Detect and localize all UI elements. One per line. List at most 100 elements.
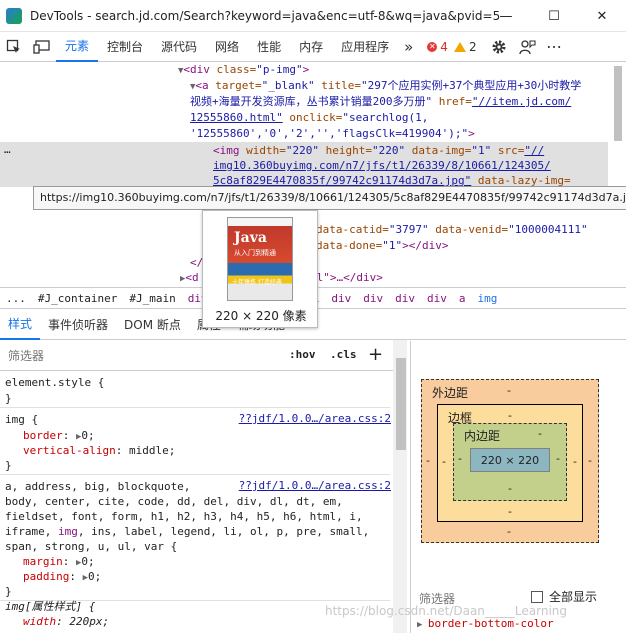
image-url-tooltip: https://img10.360buyimg.com/n7/jfs/t1/26… xyxy=(33,186,626,210)
width-declaration: width: 220px; xyxy=(23,615,110,628)
styles-pane: :hov .cls + element.style { } img { ??jd… xyxy=(0,341,396,633)
border-declaration[interactable]: border: ▶0; xyxy=(23,428,95,443)
attribute-style-selector: img[属性样式] { xyxy=(5,600,96,613)
dom-line-div-p-img[interactable]: ▼<div class="p-img"> xyxy=(178,62,309,77)
border-bottom-value[interactable]: - xyxy=(508,505,512,518)
more-tabs-button[interactable]: » xyxy=(398,32,419,62)
dom-line-anchor-cont2[interactable]: 12555860.html" onclick="searchlog(1, xyxy=(190,110,428,125)
rule-divider xyxy=(0,407,390,408)
error-count[interactable]: ✕ 4 xyxy=(427,40,448,54)
padding-right-value[interactable]: - xyxy=(556,452,560,465)
tab-event-listeners[interactable]: 事件侦听器 xyxy=(40,310,116,340)
show-all-checkbox[interactable] xyxy=(531,590,543,603)
dom-tree-scrollbar[interactable] xyxy=(614,66,622,141)
dom-line-anchor[interactable]: ▼<a target="_blank" title="297个应用实例+37个典… xyxy=(190,78,581,93)
breadcrumb-overflow[interactable]: ... xyxy=(0,292,32,305)
breadcrumb-j-container[interactable]: #J_container xyxy=(32,292,123,305)
padding-bottom-value[interactable]: - xyxy=(508,482,512,495)
reset-rule-selector-2[interactable]: body, center, cite, code, dd, del, div, … xyxy=(5,494,343,509)
margin-bottom-value[interactable]: - xyxy=(507,525,511,538)
error-icon: ✕ xyxy=(427,41,438,52)
tab-application[interactable]: 应用程序 xyxy=(332,32,398,62)
styles-scrollbar-thumb[interactable] xyxy=(396,358,406,450)
rule-close-brace: } xyxy=(5,459,12,472)
reset-rule-selector-4[interactable]: iframe, img, ins, label, legend, li, ol,… xyxy=(5,524,369,539)
expand-property-icon[interactable]: ▶ xyxy=(417,620,428,630)
tab-network[interactable]: 网络 xyxy=(206,32,248,62)
tab-sources[interactable]: 源代码 xyxy=(152,32,206,62)
image-dimensions-label: 220 × 220 像素 xyxy=(215,309,307,323)
tab-performance[interactable]: 性能 xyxy=(248,32,290,62)
tab-elements[interactable]: 元素 xyxy=(56,32,99,62)
tab-memory[interactable]: 内存 xyxy=(290,32,332,62)
class-toggle[interactable]: .cls xyxy=(330,348,357,361)
reset-rule-selector-3[interactable]: fieldset, font, form, h1, h2, h3, h4, h5… xyxy=(5,509,363,524)
dom-node-options-ellipsis[interactable]: … xyxy=(4,142,11,157)
margin-declaration[interactable]: margin: ▶0; xyxy=(23,554,95,569)
breadcrumb-img[interactable]: img xyxy=(471,292,503,305)
border-left-value[interactable]: - xyxy=(442,455,446,468)
settings-gear-icon[interactable] xyxy=(485,32,513,62)
computed-property-border-bottom-color[interactable]: ▶ border-bottom-color xyxy=(417,617,554,630)
dom-line-img-cont1[interactable]: img10.360buyimg.com/n7/jfs/t1/26339/8/10… xyxy=(213,158,551,173)
reset-rule-selector-5[interactable]: span, strong, u, ul, var { xyxy=(5,539,177,554)
margin-top-value[interactable]: - xyxy=(507,384,511,397)
box-model-pane: 外边距 - - - - 边框 - - - - 内边距 - - - - 220 ×… xyxy=(410,341,626,633)
maximize-button[interactable]: ☐ xyxy=(530,0,578,32)
breadcrumb-div[interactable]: div xyxy=(421,292,453,305)
tab-styles[interactable]: 样式 xyxy=(0,310,41,340)
breadcrumb-div[interactable]: div xyxy=(325,292,357,305)
reset-rule-source-link[interactable]: ??jdf/1.0.0…/area.css:2 xyxy=(239,479,391,492)
inspect-element-icon[interactable] xyxy=(0,32,28,62)
box-model-border[interactable]: 边框 - - - - 内边距 - - - - 220 × 220 xyxy=(437,404,583,522)
breadcrumb-div[interactable]: div xyxy=(389,292,421,305)
rule-divider xyxy=(0,474,390,475)
watermark: https://blog.csdn.net/Daan_____Learning xyxy=(325,604,568,618)
book-cover-image: Java 从入门到精通 十年锤炼 打造经典 xyxy=(227,217,293,301)
show-all-toggle[interactable]: 全部显示 xyxy=(531,588,597,605)
breadcrumb-a[interactable]: a xyxy=(453,292,472,305)
breadcrumb-div[interactable]: div xyxy=(357,292,389,305)
vertical-align-declaration[interactable]: vertical-align: middle; xyxy=(23,443,175,458)
img-rule-source-link[interactable]: ??jdf/1.0.0…/area.css:2 xyxy=(239,412,391,425)
margin-right-value[interactable]: - xyxy=(588,454,592,467)
border-right-value[interactable]: - xyxy=(573,455,577,468)
warning-count[interactable]: 2 xyxy=(453,39,477,54)
book-tagline: 十年锤炼 打造经典 xyxy=(232,279,282,286)
breadcrumb-j-main[interactable]: #J_main xyxy=(123,292,181,305)
img-rule-selector[interactable]: img { xyxy=(5,412,38,427)
styles-filter-input[interactable] xyxy=(8,348,278,364)
dom-line-img-cont4[interactable]: data-done="1"></div> xyxy=(316,238,448,253)
element-style-selector[interactable]: element.style { xyxy=(5,375,104,390)
minimize-button[interactable]: — xyxy=(482,0,530,32)
warning-count-label: 2 xyxy=(468,39,477,54)
new-style-rule-button[interactable]: + xyxy=(368,344,383,365)
book-title: Java xyxy=(234,230,267,246)
dom-line-anchor-cont3[interactable]: '12555860','0','2','','flagsClk=419904')… xyxy=(190,126,475,141)
more-options-icon[interactable]: ⋯ xyxy=(541,32,569,62)
padding-declaration[interactable]: padding: ▶0; xyxy=(23,569,101,584)
tab-dom-breakpoints[interactable]: DOM 断点 xyxy=(116,310,189,340)
tab-console[interactable]: 控制台 xyxy=(98,32,152,62)
box-model-padding[interactable]: 内边距 - - - - 220 × 220 xyxy=(453,423,567,501)
padding-left-value[interactable]: - xyxy=(458,452,462,465)
padding-top-value[interactable]: - xyxy=(538,427,542,440)
box-model-content-size[interactable]: 220 × 220 xyxy=(470,448,550,472)
dom-line-anchor-cont1[interactable]: 视频+海量开发资源库，丛书累计销量200多万册" href="//item.jd… xyxy=(190,94,571,109)
device-toolbar-icon[interactable] xyxy=(28,32,56,62)
image-preview-popup: Java 从入门到精通 十年锤炼 打造经典 220 × 220 像素 xyxy=(202,210,318,328)
hover-state-toggle[interactable]: :hov xyxy=(289,348,316,361)
border-top-value[interactable]: - xyxy=(508,409,512,422)
styles-filter-bar: :hov .cls + xyxy=(0,341,396,371)
feedback-icon[interactable] xyxy=(513,32,541,62)
book-subtitle: 从入门到精通 xyxy=(234,249,276,257)
error-count-label: 4 xyxy=(440,39,448,54)
rule-close-brace: } xyxy=(5,392,12,405)
dom-line-img-cont3[interactable]: data-catid="3797" data-venid="1000004111… xyxy=(316,222,588,237)
close-button[interactable]: ✕ xyxy=(578,0,626,32)
box-model-margin[interactable]: 外边距 - - - - 边框 - - - - 内边距 - - - - 220 ×… xyxy=(421,379,599,543)
reset-rule-selector-1[interactable]: a, address, big, blockquote, xyxy=(5,479,190,494)
window-title: DevTools - search.jd.com/Search?keyword=… xyxy=(30,8,500,23)
margin-left-value[interactable]: - xyxy=(426,454,430,467)
dom-line-img[interactable]: <img width="220" height="220" data-img="… xyxy=(213,143,544,158)
